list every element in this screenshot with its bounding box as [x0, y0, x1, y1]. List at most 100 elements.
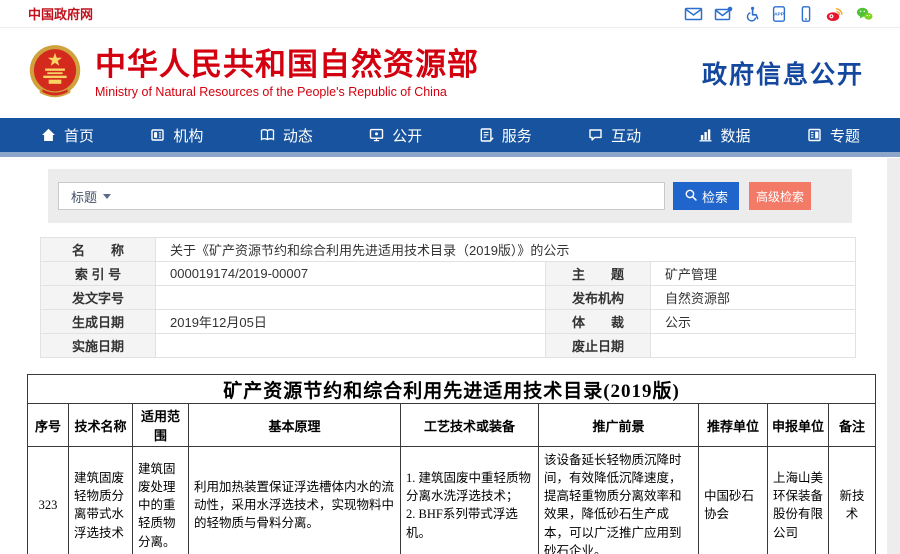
col-header-remark: 备注 [829, 404, 876, 447]
meta-row-name: 名 称 关于《矿产资源节约和综合利用先进适用技术目录（2019版）》的公示 [41, 238, 856, 262]
col-header-serial-no: 序号 [28, 404, 69, 447]
meta-label-doc-no: 发文字号 [41, 286, 156, 310]
meta-value-doc-no [156, 286, 546, 310]
subscribe-mail-icon[interactable] [714, 6, 733, 22]
meta-label-repeal-date: 废止日期 [546, 334, 651, 358]
meta-label-genre: 体 裁 [546, 310, 651, 334]
nav-item-news[interactable]: 动态 [249, 118, 323, 152]
col-header-applicant: 申报单位 [768, 404, 829, 447]
nav-item-organization[interactable]: 机构 [139, 118, 213, 152]
meta-value-index-no: 000019174/2019-00007 [156, 262, 546, 286]
equipment-line-2: 2. BHF系列带式浮选机。 [406, 505, 533, 541]
meta-row-index: 索 引 号 000019174/2019-00007 主 题 矿产管理 [41, 262, 856, 286]
nav-label: 首页 [64, 125, 94, 146]
nav-item-interaction[interactable]: 互动 [577, 118, 651, 152]
site-title-block: 中华人民共和国自然资源部 Ministry of Natural Resourc… [95, 47, 479, 100]
nav-label: 公开 [392, 125, 422, 146]
nav-item-home[interactable]: 首页 [30, 118, 104, 152]
main-nav: 首页 机构 动态 公开 服务 互动 数据 专题 [0, 118, 900, 152]
nav-item-disclosure[interactable]: 公开 [358, 118, 432, 152]
meta-label-name: 名 称 [41, 238, 156, 262]
cell-tech-name: 建筑固废轻物质分离带式水浮选技术 [69, 447, 133, 554]
cell-applicant: 上海山美环保装备股份有限公司 [768, 447, 829, 554]
site-subtitle: Ministry of Natural Resources of the Peo… [95, 85, 479, 99]
table-row: 323 建筑固废轻物质分离带式水浮选技术 建筑固废处理中的重轻质物分离。 利用加… [28, 447, 876, 554]
col-header-scope: 适用范围 [133, 404, 189, 447]
search-input[interactable] [123, 184, 664, 208]
meta-value-name: 关于《矿产资源节约和综合利用先进适用技术目录（2019版）》的公示 [156, 238, 856, 262]
data-chart-icon [697, 127, 714, 143]
catalog-title: 矿产资源节约和综合利用先进适用技术目录(2019版) [28, 375, 876, 404]
col-header-principle: 基本原理 [189, 404, 401, 447]
technology-catalog-table: 矿产资源节约和综合利用先进适用技术目录(2019版) 序号 技术名称 适用范围 … [27, 374, 876, 554]
meta-value-subject: 矿产管理 [651, 262, 856, 286]
meta-value-repeal-date [651, 334, 856, 358]
cell-recommender: 中国砂石协会 [699, 447, 768, 554]
special-topic-icon [806, 127, 823, 143]
accessibility-icon[interactable] [744, 6, 760, 22]
advanced-search-button[interactable]: 高级检索 [749, 182, 811, 210]
top-utility-bar: 中国政府网 APP [0, 0, 900, 28]
meta-label-created-date: 生成日期 [41, 310, 156, 334]
cell-remark: 新技术 [829, 447, 876, 554]
page-right-gutter [887, 158, 900, 554]
col-header-tech-name: 技术名称 [69, 404, 133, 447]
col-header-equipment: 工艺技术或装备 [401, 404, 539, 447]
meta-label-subject: 主 题 [546, 262, 651, 286]
mobile-icon[interactable] [798, 6, 814, 22]
search-button-label: 检索 [702, 187, 728, 206]
search-icon [684, 188, 698, 205]
site-header: 中华人民共和国自然资源部 Ministry of Natural Resourc… [0, 28, 900, 118]
search-section: 标题 检索 高级检索 [48, 169, 852, 223]
news-book-icon [259, 127, 276, 143]
disclosure-monitor-icon [368, 127, 385, 143]
service-document-icon [478, 127, 495, 143]
home-icon [40, 127, 57, 143]
meta-row-created-date: 生成日期 2019年12月05日 体 裁 公示 [41, 310, 856, 334]
cell-serial-no: 323 [28, 447, 69, 554]
meta-row-doc-no: 发文字号 发布机构 自然资源部 [41, 286, 856, 310]
nav-label: 专题 [830, 125, 860, 146]
meta-label-effective-date: 实施日期 [41, 334, 156, 358]
organization-icon [149, 127, 166, 143]
search-button[interactable]: 检索 [673, 182, 739, 210]
weibo-icon[interactable] [825, 6, 844, 22]
nav-label: 服务 [502, 125, 532, 146]
meta-label-index-no: 索 引 号 [41, 262, 156, 286]
mail-icon[interactable] [684, 6, 703, 22]
nav-item-service[interactable]: 服务 [468, 118, 542, 152]
meta-value-effective-date [156, 334, 546, 358]
meta-row-effective-date: 实施日期 废止日期 [41, 334, 856, 358]
gov-portal-link[interactable]: 中国政府网 [28, 4, 93, 23]
top-icon-group: APP [684, 6, 874, 22]
nav-label: 机构 [173, 125, 203, 146]
nav-label: 数据 [721, 125, 751, 146]
chevron-down-icon [103, 194, 111, 199]
document-metadata-table: 名 称 关于《矿产资源节约和综合利用先进适用技术目录（2019版）》的公示 索 … [40, 237, 856, 358]
col-header-recommender: 推荐单位 [699, 404, 768, 447]
cell-prospect: 该设备延长轻物质沉降时间，有效降低沉降速度，提高轻重物质分离效率和效果，降低砂石… [539, 447, 699, 554]
search-box: 标题 [58, 182, 665, 210]
national-emblem-logo [28, 44, 82, 102]
meta-value-created-date: 2019年12月05日 [156, 310, 546, 334]
site-title: 中华人民共和国自然资源部 [95, 47, 479, 83]
nav-label: 动态 [283, 125, 313, 146]
search-field-label: 标题 [71, 187, 97, 206]
cell-scope: 建筑固废处理中的重轻质物分离。 [133, 447, 189, 554]
nav-bottom-strip [0, 152, 900, 157]
col-header-prospect: 推广前景 [539, 404, 699, 447]
app-icon[interactable]: APP [771, 6, 787, 22]
nav-item-data[interactable]: 数据 [687, 118, 761, 152]
wechat-icon[interactable] [855, 6, 874, 22]
meta-value-issuing-agency: 自然资源部 [651, 286, 856, 310]
meta-value-genre: 公示 [651, 310, 856, 334]
interaction-bubble-icon [587, 127, 604, 143]
meta-label-issuing-agency: 发布机构 [546, 286, 651, 310]
cell-equipment: 1. 建筑固废中重轻质物分离水洗浮选技术； 2. BHF系列带式浮选机。 [401, 447, 539, 554]
cell-principle: 利用加热装置保证浮选槽体内水的流动性，采用水浮选技术，实现物料中的轻物质与骨料分… [189, 447, 401, 554]
nav-item-special-topic[interactable]: 专题 [796, 118, 870, 152]
nav-label: 互动 [611, 125, 641, 146]
catalog-header-row: 序号 技术名称 适用范围 基本原理 工艺技术或装备 推广前景 推荐单位 申报单位… [28, 404, 876, 447]
svg-text:APP: APP [774, 11, 785, 17]
search-field-dropdown[interactable]: 标题 [59, 187, 123, 206]
